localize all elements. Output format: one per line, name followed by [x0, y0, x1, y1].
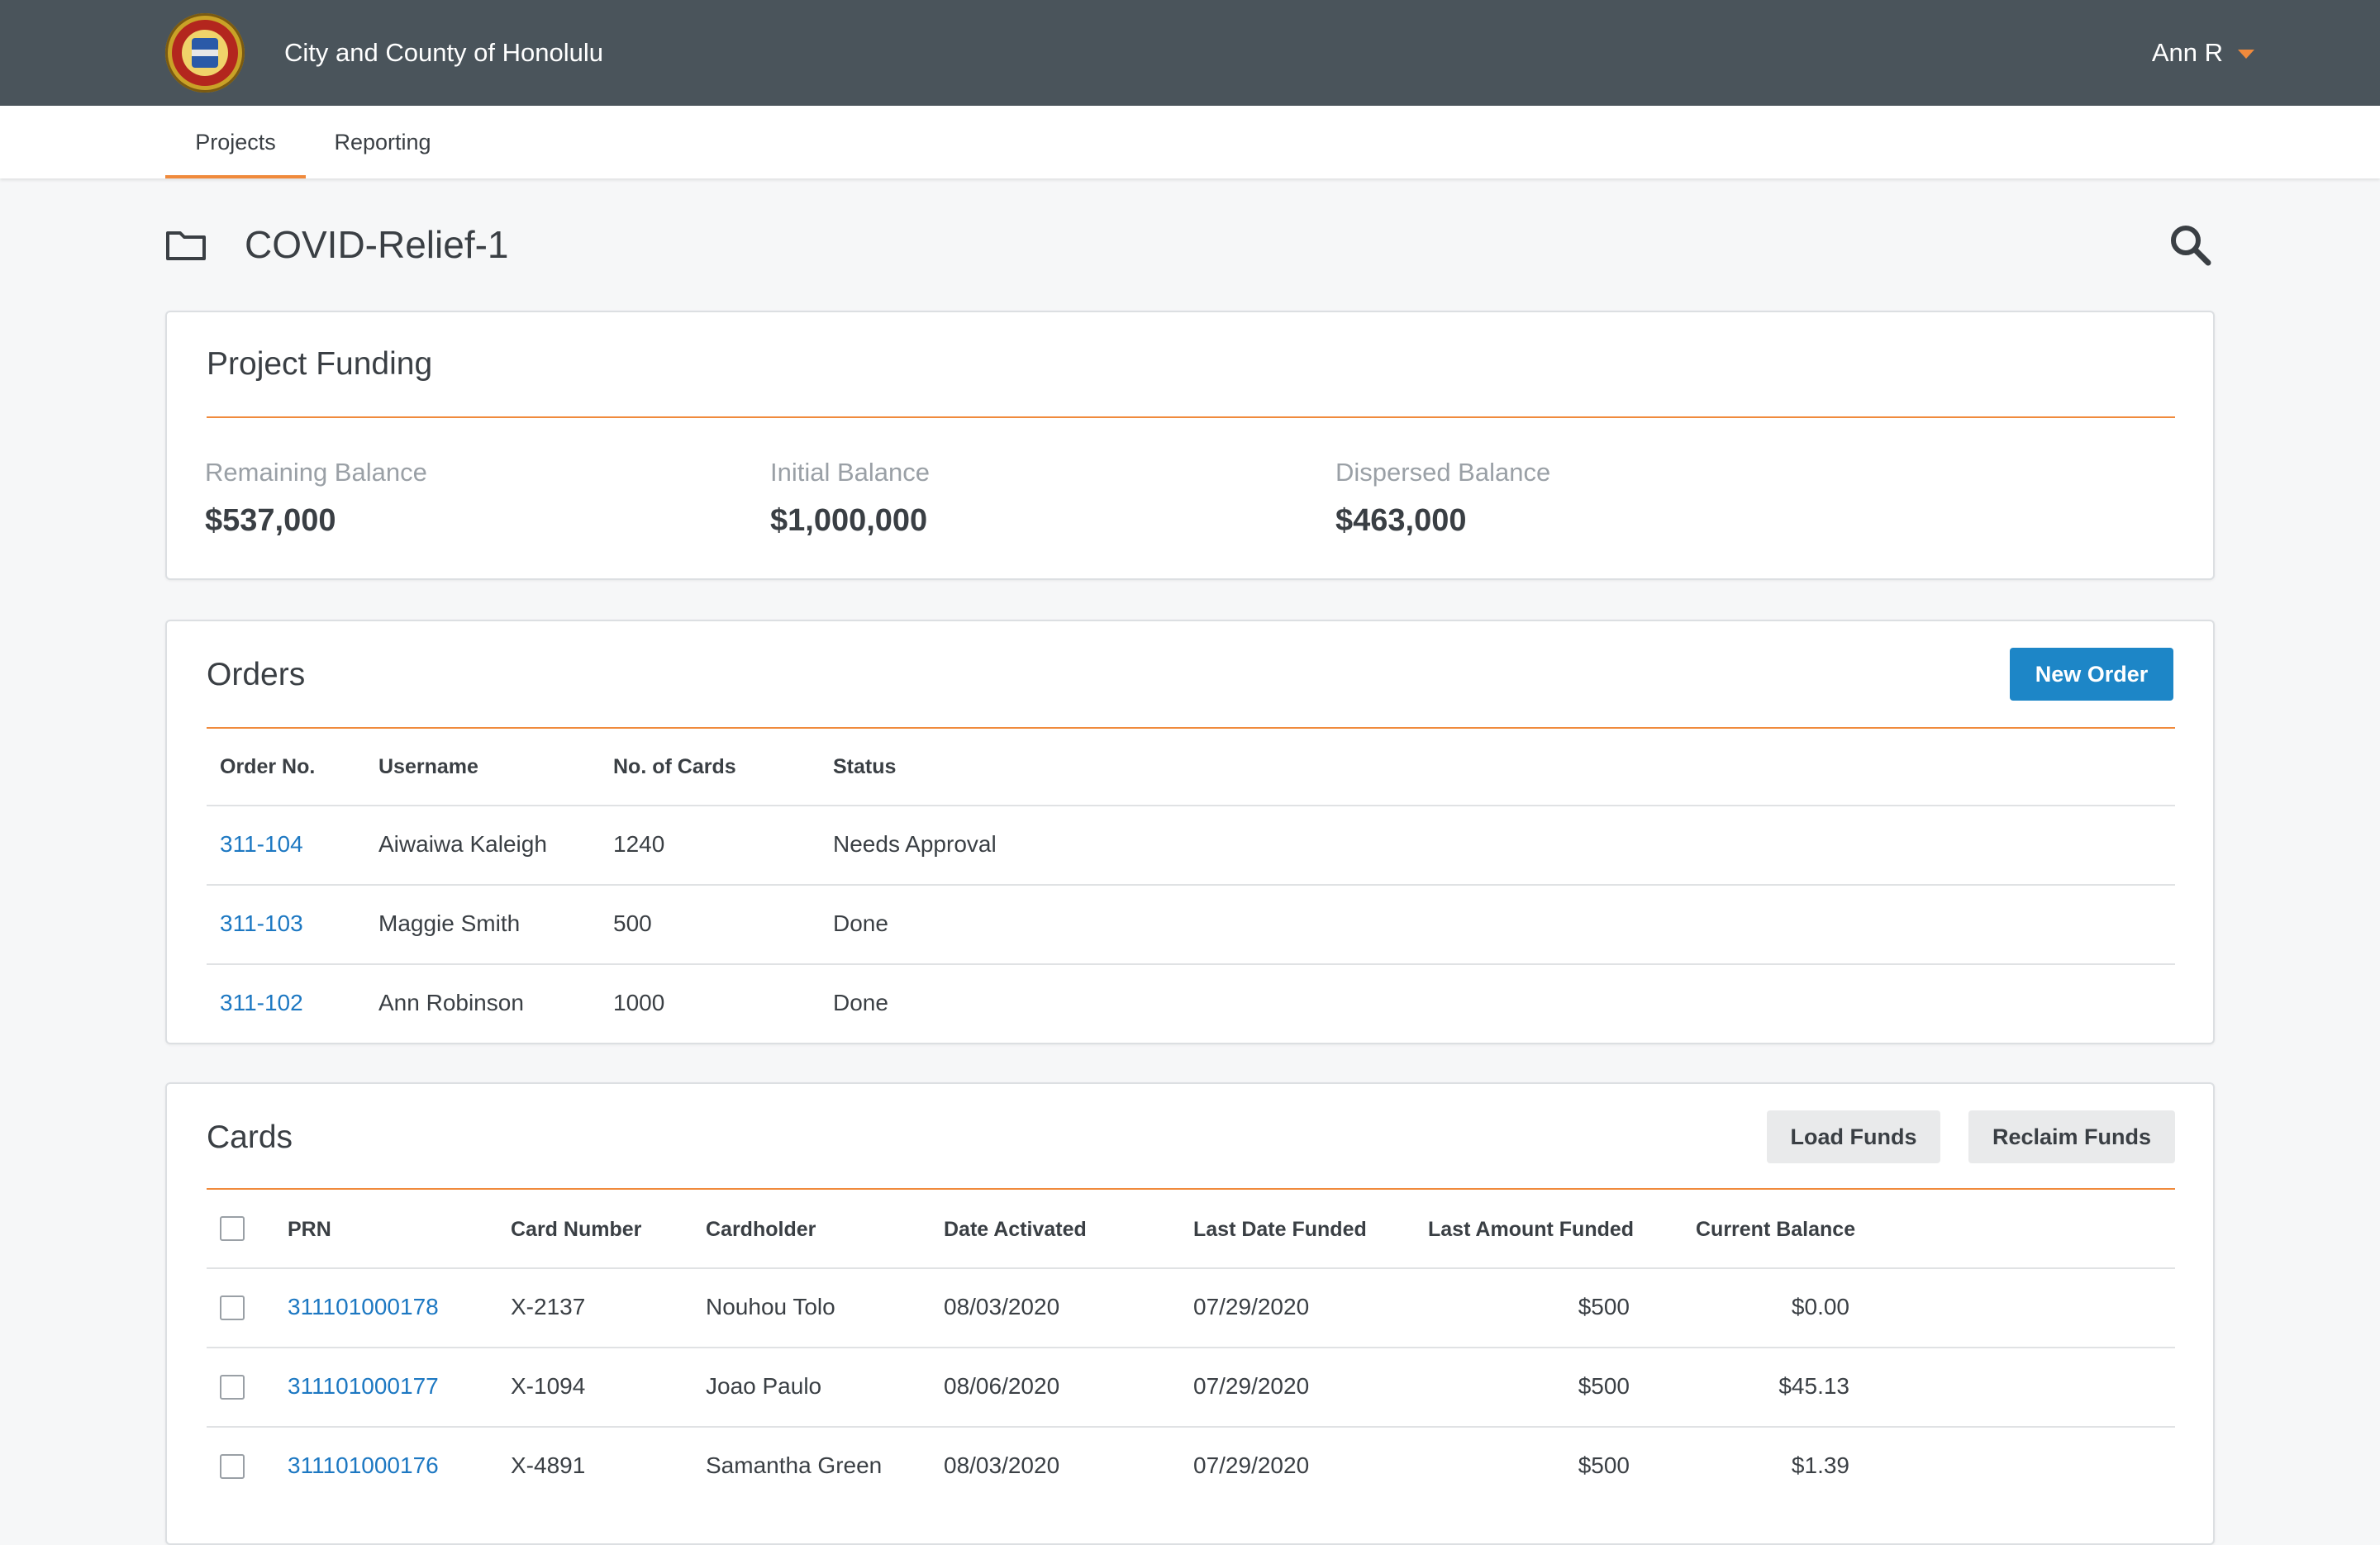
- cardholder: Joao Paulo: [706, 1373, 822, 1399]
- user-menu[interactable]: Ann R: [2152, 33, 2254, 73]
- card-number: X-4891: [511, 1452, 586, 1478]
- col-card-number: Card Number: [511, 1218, 642, 1241]
- tab-reporting[interactable]: Reporting: [322, 106, 443, 178]
- row-checkbox[interactable]: [220, 1375, 245, 1400]
- orders-table: Order No. Username No. of Cards Status 3…: [207, 729, 2175, 1043]
- current-balance: $0.00: [1791, 1294, 1849, 1319]
- date-activated: 08/06/2020: [944, 1373, 1060, 1399]
- select-all-checkbox[interactable]: [220, 1216, 245, 1241]
- prn-link[interactable]: 311101000177: [288, 1373, 439, 1400]
- col-last-amount-funded: Last Amount Funded: [1428, 1218, 1635, 1241]
- last-amount-funded: $500: [1578, 1373, 1630, 1399]
- funding-title: Project Funding: [207, 346, 433, 382]
- row-divider: [207, 963, 2175, 965]
- top-header: City and County of Honolulu Ann R: [0, 0, 2380, 106]
- order-username: Ann Robinson: [378, 990, 524, 1015]
- order-username: Maggie Smith: [378, 910, 521, 936]
- row-divider: [207, 1347, 2175, 1348]
- orders-title: Orders: [207, 657, 306, 692]
- page-title-row: COVID-Relief-1: [165, 212, 2215, 278]
- col-status: Status: [833, 755, 897, 778]
- last-date-funded: 07/29/2020: [1193, 1373, 1310, 1399]
- orders-card: Orders New Order Order No. Username No. …: [165, 620, 2215, 1044]
- funding-divider: [207, 416, 2175, 418]
- row-divider: [207, 805, 2175, 806]
- order-cards: 500: [613, 910, 652, 936]
- order-no-link[interactable]: 311-102: [220, 990, 303, 1016]
- page-title: COVID-Relief-1: [245, 223, 509, 266]
- col-current-balance: Current Balance: [1696, 1218, 1856, 1241]
- current-balance: $45.13: [1778, 1373, 1849, 1399]
- row-checkbox[interactable]: [220, 1454, 245, 1479]
- initial-balance-label: Initial Balance: [770, 458, 931, 487]
- caret-down-icon: [2238, 50, 2254, 59]
- row-divider: [207, 1267, 2175, 1269]
- order-status: Done: [833, 910, 888, 936]
- prn-link[interactable]: 311101000178: [288, 1294, 439, 1320]
- initial-balance-value: $1,000,000: [770, 503, 928, 538]
- dispersed-balance-value: $463,000: [1335, 503, 1467, 538]
- prn-link[interactable]: 311101000176: [288, 1452, 439, 1479]
- order-no-link[interactable]: 311-104: [220, 831, 303, 858]
- last-date-funded: 07/29/2020: [1193, 1452, 1310, 1478]
- main-nav: Projects Reporting: [0, 106, 2380, 178]
- order-cards: 1240: [613, 831, 665, 857]
- cardholder: Samantha Green: [706, 1452, 883, 1478]
- col-prn: PRN: [288, 1218, 331, 1241]
- col-date-activated: Date Activated: [944, 1218, 1087, 1241]
- row-checkbox[interactable]: [220, 1295, 245, 1320]
- row-divider: [207, 1426, 2175, 1428]
- cards-table: PRN Card Number Cardholder Date Activate…: [207, 1190, 2175, 1545]
- cards-card: Cards Load Funds Reclaim Funds PRN Card …: [165, 1082, 2215, 1545]
- city-seal-icon: [165, 13, 245, 93]
- load-funds-button[interactable]: Load Funds: [1767, 1110, 1940, 1163]
- tab-projects[interactable]: Projects: [165, 106, 306, 178]
- row-divider: [207, 884, 2175, 886]
- cardholder: Nouhou Tolo: [706, 1294, 835, 1319]
- order-status: Done: [833, 990, 888, 1015]
- last-amount-funded: $500: [1578, 1452, 1630, 1478]
- card-number: X-2137: [511, 1294, 586, 1319]
- reclaim-funds-button[interactable]: Reclaim Funds: [1968, 1110, 2175, 1163]
- col-last-date-funded: Last Date Funded: [1193, 1218, 1367, 1241]
- project-funding-card: Project Funding Remaining Balance $537,0…: [165, 311, 2215, 580]
- remaining-balance-value: $537,000: [205, 503, 336, 538]
- card-number: X-1094: [511, 1373, 586, 1399]
- order-status: Needs Approval: [833, 831, 997, 857]
- search-icon[interactable]: [2168, 223, 2211, 266]
- order-username: Aiwaiwa Kaleigh: [378, 831, 547, 857]
- order-cards: 1000: [613, 990, 665, 1015]
- col-no-of-cards: No. of Cards: [613, 755, 736, 778]
- col-order-no: Order No.: [220, 755, 316, 778]
- col-cardholder: Cardholder: [706, 1218, 816, 1241]
- new-order-button[interactable]: New Order: [2010, 648, 2173, 701]
- date-activated: 08/03/2020: [944, 1294, 1060, 1319]
- col-username: Username: [378, 755, 478, 778]
- last-date-funded: 07/29/2020: [1193, 1294, 1310, 1319]
- dispersed-balance-label: Dispersed Balance: [1335, 458, 1551, 487]
- folder-icon: [166, 231, 206, 260]
- order-no-link[interactable]: 311-103: [220, 910, 303, 937]
- date-activated: 08/03/2020: [944, 1452, 1060, 1478]
- user-name: Ann R: [2151, 38, 2223, 67]
- org-name: City and County of Honolulu: [284, 38, 604, 67]
- current-balance: $1.39: [1791, 1452, 1849, 1478]
- cards-title: Cards: [207, 1120, 293, 1155]
- remaining-balance-label: Remaining Balance: [205, 458, 427, 487]
- last-amount-funded: $500: [1578, 1294, 1630, 1319]
